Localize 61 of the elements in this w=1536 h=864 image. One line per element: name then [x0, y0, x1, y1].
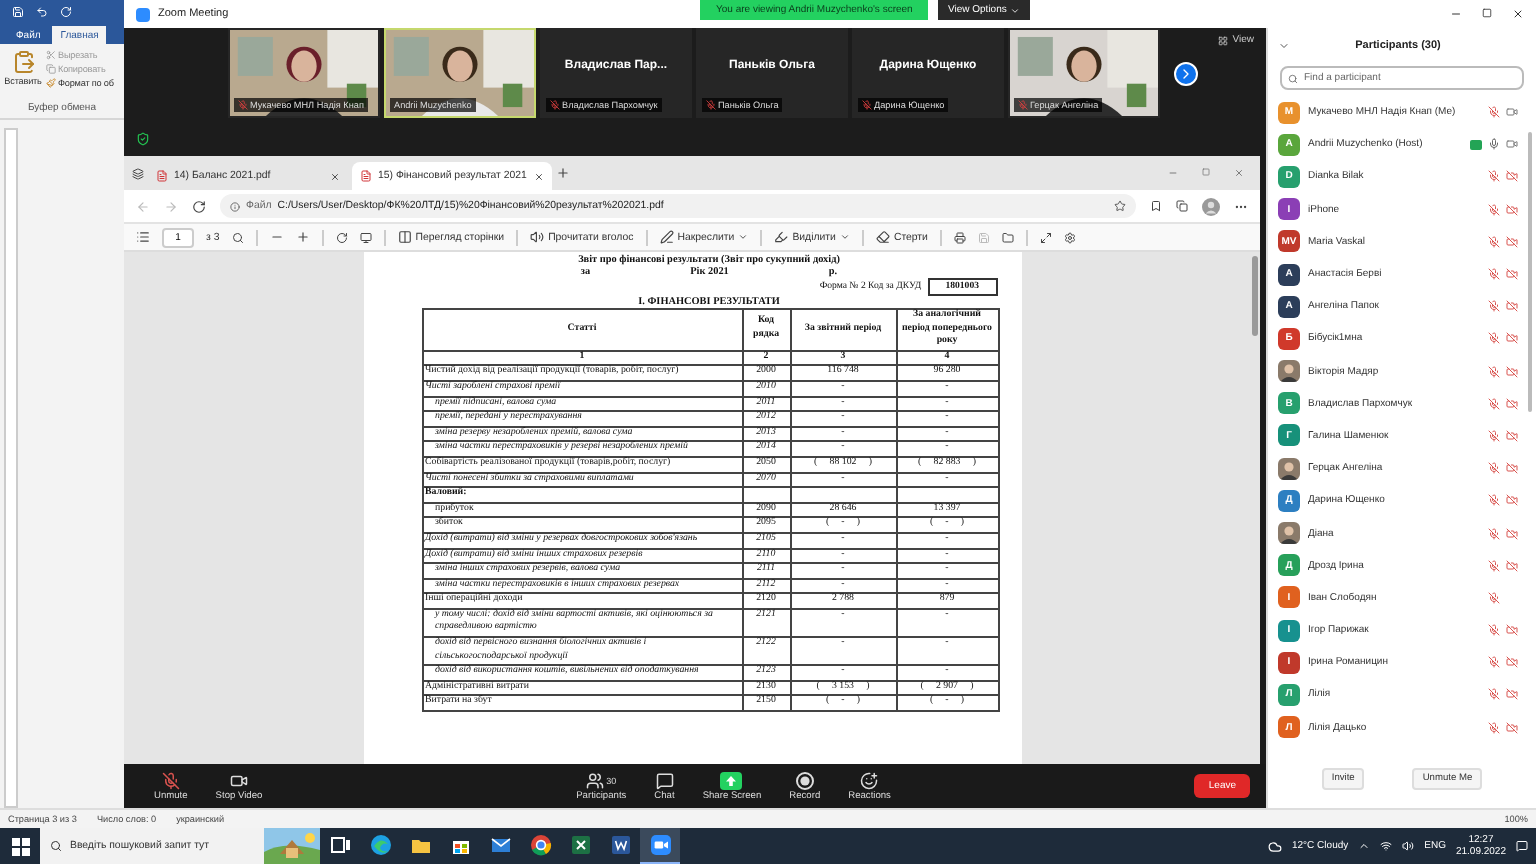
video-camera-icon	[649, 834, 671, 856]
chevron-up-icon[interactable]	[1358, 840, 1371, 852]
taskbar-app-button[interactable]	[640, 828, 680, 864]
new-tab-button[interactable]	[556, 166, 570, 180]
chat-icon	[655, 771, 674, 789]
grid-icon	[1218, 35, 1229, 45]
users-icon	[586, 771, 605, 789]
save-icon[interactable]	[12, 6, 24, 18]
page-view-icon	[397, 230, 412, 244]
next-page-button[interactable]	[1174, 62, 1198, 86]
tab-actions-icon[interactable]	[132, 167, 144, 179]
info-icon	[230, 201, 240, 211]
app-logo-icon	[136, 7, 150, 21]
eraser-icon	[875, 230, 890, 244]
search-icon	[50, 840, 62, 852]
record-icon	[795, 771, 814, 789]
chevron-right-icon	[1178, 66, 1194, 82]
minimize-icon[interactable]	[1450, 8, 1462, 20]
document-icon	[609, 834, 631, 856]
close-icon[interactable]	[1512, 8, 1524, 20]
rotate-button[interactable]	[335, 231, 348, 243]
pdf-file-icon	[360, 170, 372, 182]
scrollbar[interactable]	[1252, 256, 1258, 336]
save-as-button[interactable]	[1001, 231, 1014, 243]
video-camera-icon	[229, 771, 248, 789]
speaker-icon	[530, 230, 545, 244]
fit-page-button[interactable]	[359, 231, 372, 243]
favorites-button[interactable]	[1150, 200, 1162, 212]
caret-icon	[1010, 5, 1021, 15]
paste-icon[interactable]	[11, 50, 35, 74]
mail-icon	[489, 834, 511, 856]
smile-icon	[860, 771, 879, 789]
maximize-icon[interactable]	[1482, 8, 1492, 18]
pdf-file-icon	[156, 170, 168, 182]
share-screen-icon	[720, 771, 743, 789]
pen-icon	[659, 230, 674, 244]
spreadsheet-icon	[569, 834, 591, 856]
zoom-out-button[interactable]	[269, 230, 284, 244]
undo-icon[interactable]	[36, 6, 48, 18]
round-browser-icon	[529, 834, 551, 856]
cloud-icon	[1268, 839, 1282, 853]
collections-button[interactable]	[1176, 200, 1188, 212]
volume-icon[interactable]	[1402, 840, 1415, 852]
folder-icon	[409, 834, 431, 856]
redo-icon[interactable]	[60, 6, 72, 18]
task-view-icon	[329, 834, 351, 856]
windows-logo-icon	[11, 837, 29, 855]
browser-icon	[369, 834, 391, 856]
profile-icon[interactable]	[1202, 197, 1220, 215]
favorite-icon[interactable]	[1114, 200, 1126, 212]
search-button[interactable]	[231, 231, 244, 243]
notifications-icon[interactable]	[1516, 840, 1528, 852]
print-button[interactable]	[953, 231, 966, 243]
highlighter-icon	[774, 230, 789, 244]
settings-button[interactable]	[1063, 231, 1076, 243]
zoom-in-button[interactable]	[295, 230, 310, 244]
scrollbar[interactable]	[1528, 132, 1532, 412]
shield-icon[interactable]	[136, 131, 150, 145]
refresh-button[interactable]	[192, 199, 206, 213]
wifi-icon[interactable]	[1380, 840, 1393, 852]
contents-button[interactable]	[136, 230, 150, 244]
